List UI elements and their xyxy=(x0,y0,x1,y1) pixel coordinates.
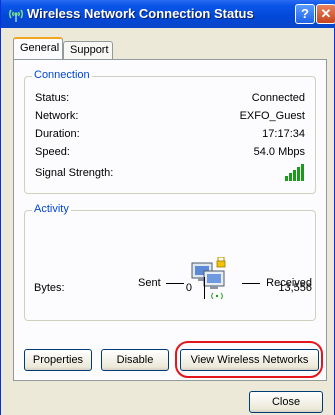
received-line xyxy=(242,283,260,284)
activity-legend: Activity xyxy=(32,203,71,215)
highlight-circle xyxy=(175,341,323,378)
general-panel: Connection Status: Connected Network: EX… xyxy=(13,59,327,381)
properties-button[interactable]: Properties xyxy=(24,349,92,371)
duration-row: Duration: 17:17:34 xyxy=(35,128,305,142)
duration-value: 17:17:34 xyxy=(262,128,305,140)
network-computers-icon xyxy=(191,257,226,299)
close-window-button[interactable]: ✕ xyxy=(316,4,335,24)
tab-general[interactable]: General xyxy=(13,37,63,59)
close-button[interactable]: Close xyxy=(249,391,323,413)
window-title: Wireless Network Connection Status xyxy=(27,6,254,21)
disable-button[interactable]: Disable xyxy=(101,349,169,371)
title-bar[interactable]: Wireless Network Connection Status ? ✕ xyxy=(1,0,335,28)
signal-strength-icon xyxy=(285,164,304,181)
status-row: Status: Connected xyxy=(35,92,305,106)
network-row: Network: EXFO_Guest xyxy=(35,110,305,124)
status-window: Wireless Network Connection Status ? ✕ G… xyxy=(0,0,335,415)
bytes-sent-value: 0 xyxy=(185,282,192,294)
speed-label: Speed: xyxy=(35,146,70,158)
activity-group: Activity xyxy=(24,203,316,321)
network-label: Network: xyxy=(35,110,79,122)
bytes-label: Bytes: xyxy=(34,282,65,294)
connection-legend: Connection xyxy=(32,69,92,81)
wireless-network-icon xyxy=(8,9,24,22)
speed-row: Speed: 54.0 Mbps xyxy=(35,146,305,160)
connection-group: Connection Status: Connected Network: EX… xyxy=(24,69,316,194)
signal-strength-label: Signal Strength: xyxy=(35,167,114,179)
bytes-received-value: 13,556 xyxy=(278,282,312,294)
tab-support[interactable]: Support xyxy=(63,41,113,59)
sent-label: Sent xyxy=(138,277,161,289)
bytes-divider xyxy=(204,277,205,299)
help-button[interactable]: ? xyxy=(295,4,315,24)
duration-label: Duration: xyxy=(35,128,80,140)
status-value: Connected xyxy=(251,92,305,104)
speed-value: 54.0 Mbps xyxy=(253,146,305,158)
signal-strength-row: Signal Strength: xyxy=(35,164,305,181)
network-value: EXFO_Guest xyxy=(239,110,305,122)
status-label: Status: xyxy=(35,92,70,104)
